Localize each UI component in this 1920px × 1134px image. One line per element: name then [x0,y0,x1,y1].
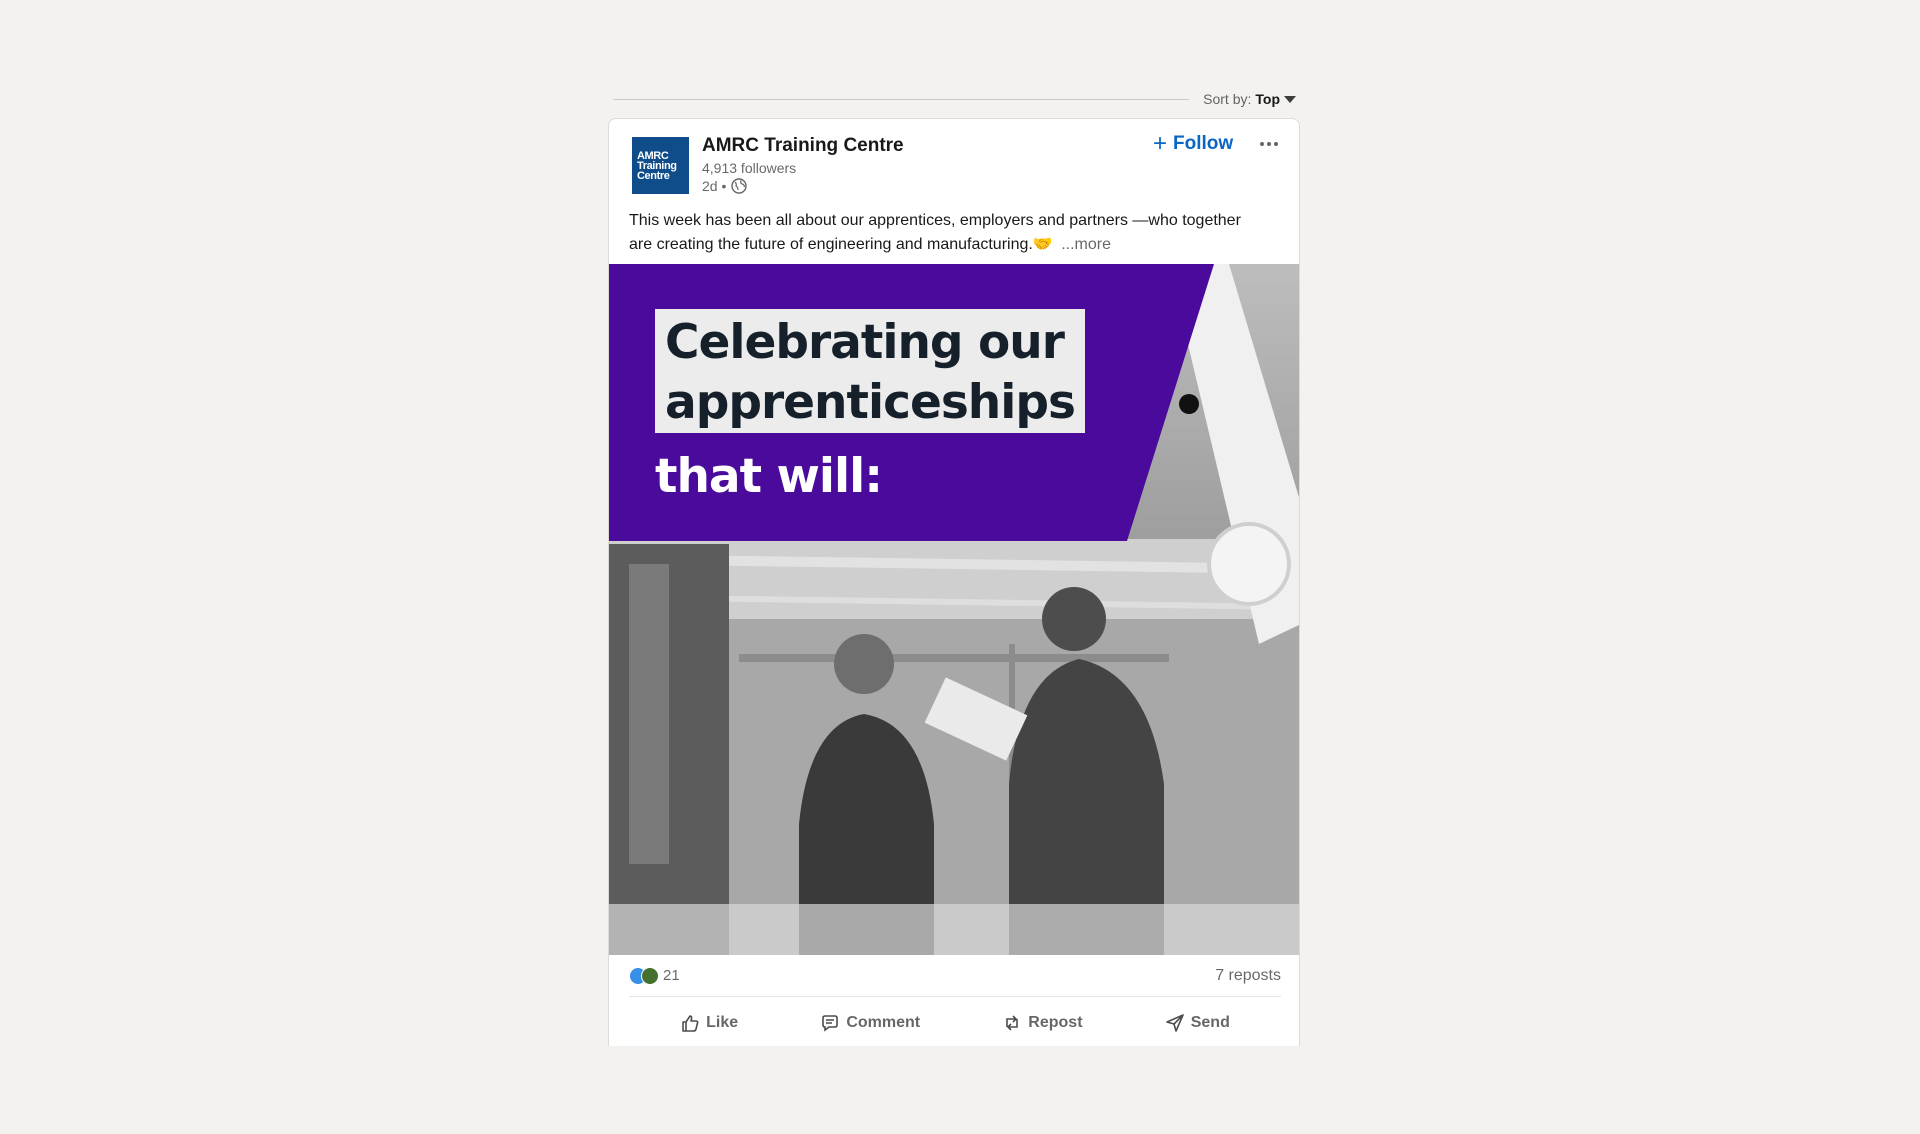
post-image[interactable]: Celebrating our apprenticeships that wil… [609,264,1299,955]
caret-down-icon[interactable] [1284,96,1296,103]
more-options-icon[interactable] [1253,131,1285,157]
send-button[interactable]: Send [1155,1007,1240,1039]
handshake-emoji: 🤝 [1032,236,1053,253]
see-more-link[interactable]: ...more [1061,236,1111,253]
sort-divider [613,98,1190,100]
headline-line-2: apprenticeships [665,375,1076,430]
plus-icon: + [1153,130,1168,157]
headline-box: Celebrating our apprenticeships [655,309,1085,433]
post-timestamp: 2d • [702,178,748,194]
post-body-text: This week has been all about our apprent… [629,212,1241,253]
comment-icon [822,1015,839,1032]
sort-label: Sort by: [1203,91,1252,107]
social-counts: 21 7 reposts [629,955,1281,997]
feed-sort-bar: Sort by: Top [613,88,1296,110]
follow-button[interactable]: + Follow [1147,130,1239,158]
feed-post-card: AMRC Training Centre AMRC Training Centr… [608,118,1300,1046]
comment-button[interactable]: Comment [810,1007,930,1039]
repost-icon [1006,1015,1019,1031]
company-name[interactable]: AMRC Training Centre [702,135,904,157]
post-actions: Like Comment Repost Send [609,999,1299,1046]
send-icon [1165,1014,1184,1032]
reaction-count: 21 [663,967,680,984]
follower-count: 4,913 followers [702,160,797,176]
company-logo[interactable]: AMRC Training Centre [632,137,689,194]
sort-dropdown[interactable]: Top [1255,91,1280,107]
repost-count[interactable]: 7 reposts [1215,967,1281,985]
repost-button[interactable]: Repost [992,1007,1092,1039]
reactions-summary[interactable]: 21 [629,966,680,985]
celebrate-reaction-icon [641,966,659,985]
globe-icon [731,178,748,194]
post-header: AMRC Training Centre AMRC Training Centr… [609,119,1299,199]
thumbs-up-icon [682,1015,699,1032]
headline-line-1: Celebrating our [665,315,1065,370]
headline-line-3: that will: [655,449,883,504]
like-button[interactable]: Like [670,1007,748,1039]
